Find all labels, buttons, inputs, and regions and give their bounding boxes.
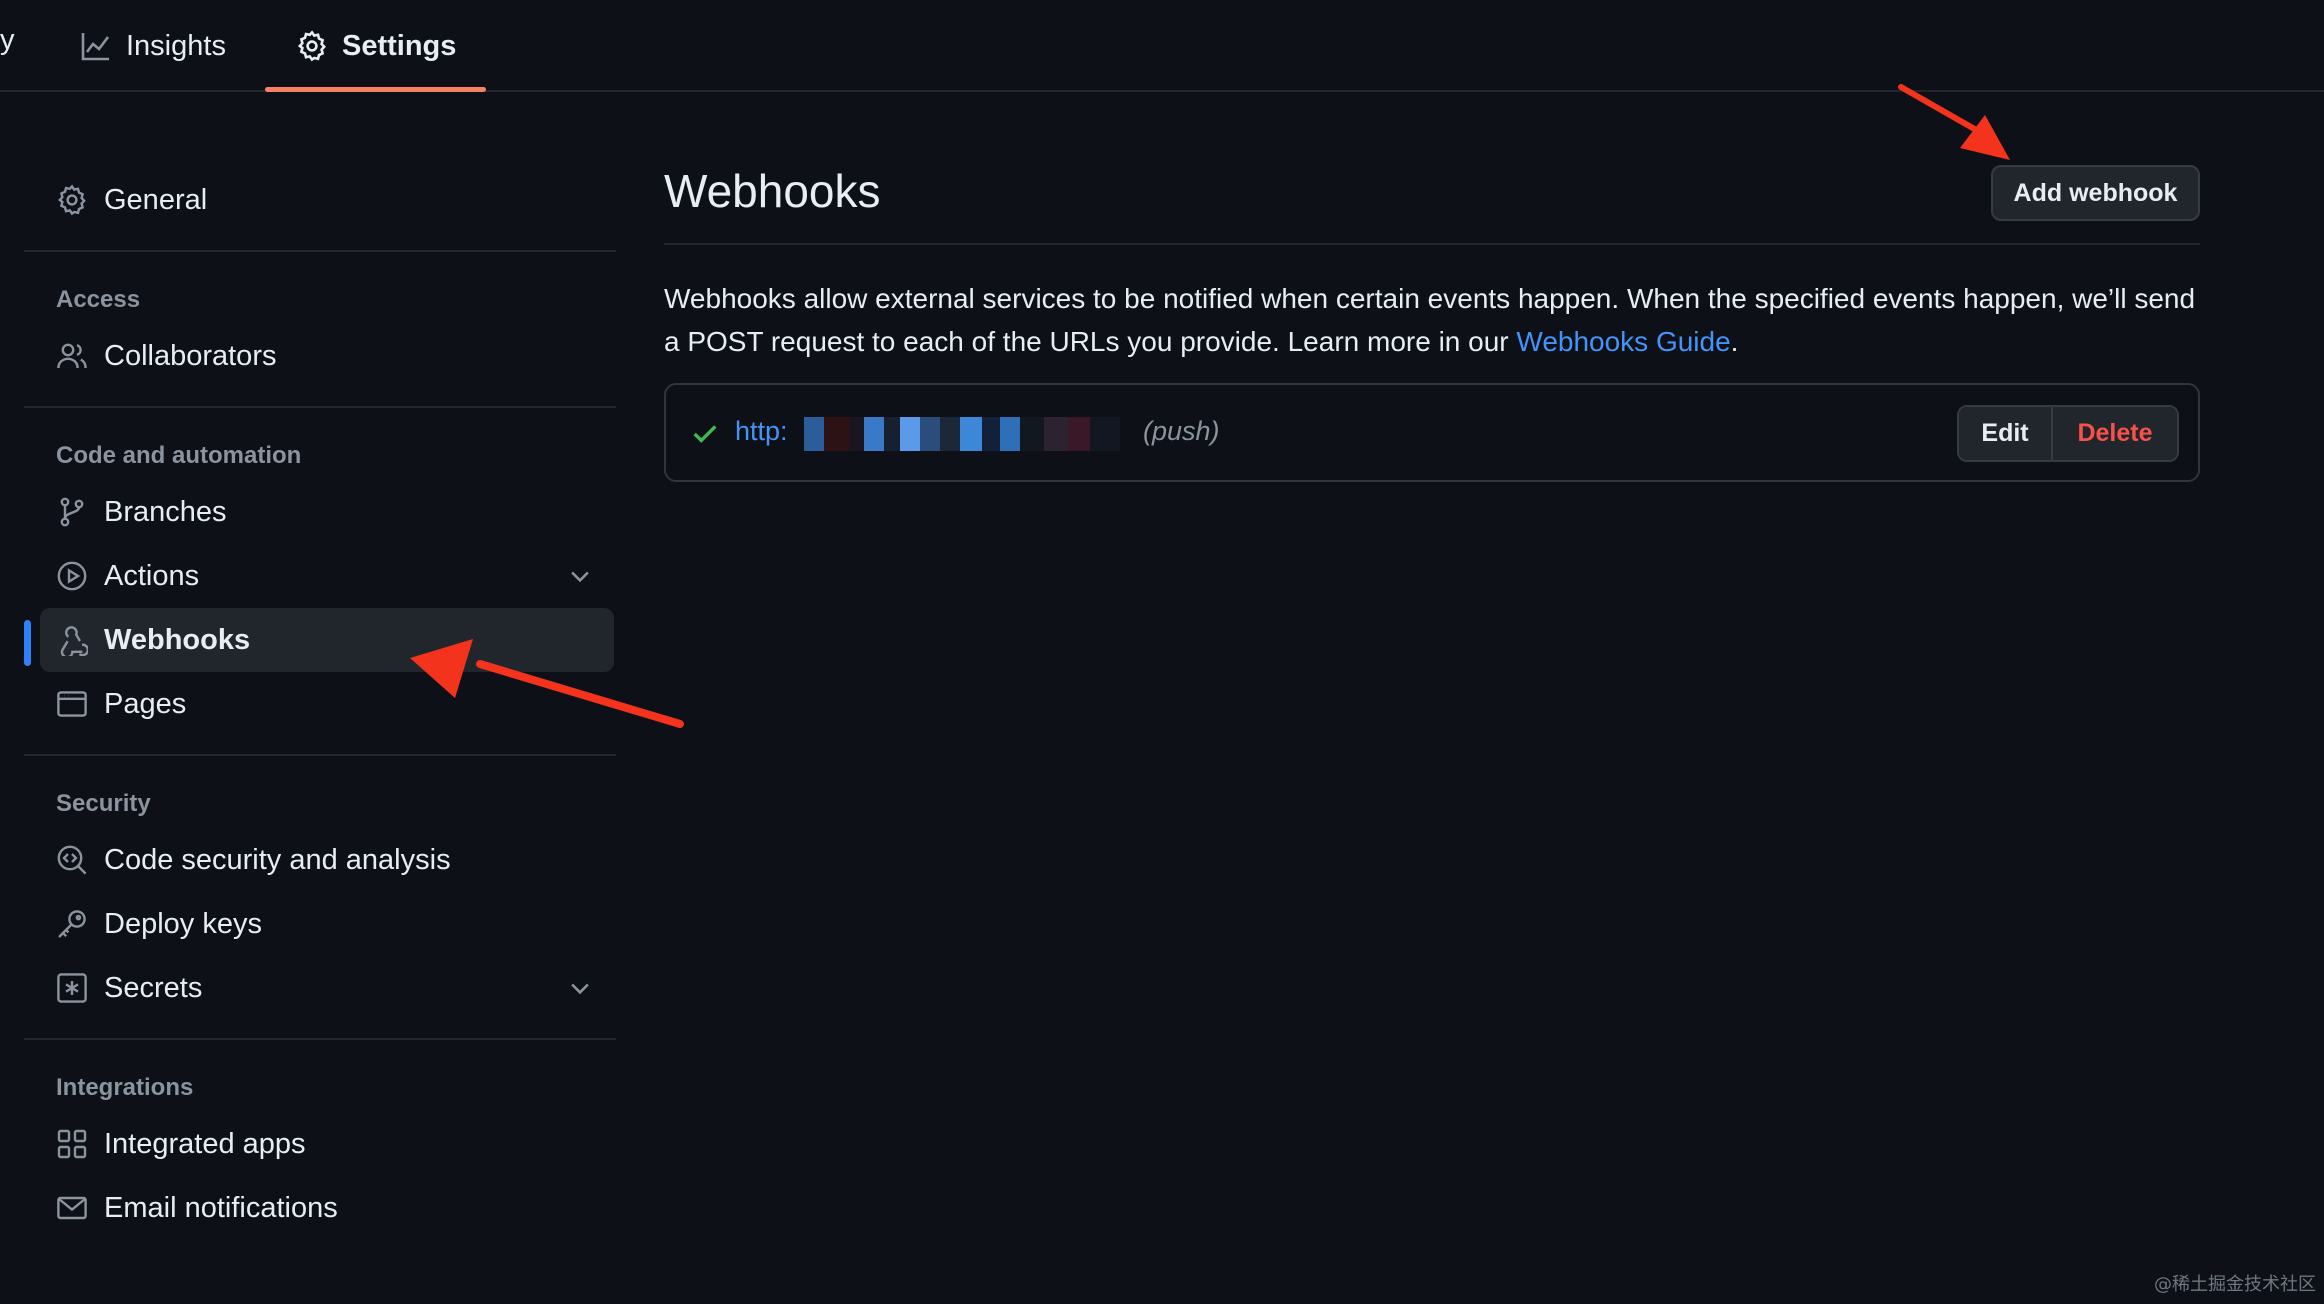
sidebar-item-code-security[interactable]: Code security and analysis [40,828,614,892]
webhooks-guide-link[interactable]: Webhooks Guide [1516,326,1730,357]
sidebar-item-pages[interactable]: Pages [40,672,614,736]
sidebar-item-integrated-apps[interactable]: Integrated apps [40,1112,614,1176]
tab-fragment: y [0,24,15,56]
sidebar-divider [24,1038,616,1040]
group-title-code-and-automation: Code and automation [56,442,302,469]
sidebar-item-label: General [104,183,208,216]
tab-label: Insights [126,29,226,62]
mail-icon [56,1192,88,1224]
branch-icon [56,496,88,528]
group-title-integrations: Integrations [56,1074,194,1101]
webhook-actions: Edit Delete [1957,405,2179,462]
chevron-down-icon[interactable] [566,562,594,590]
sidebar-item-webhooks[interactable]: Webhooks [40,608,614,672]
tab-settings[interactable]: Settings [296,0,456,92]
play-icon [56,560,88,592]
sidebar-item-label: Integrated apps [104,1127,306,1160]
sidebar-item-label: Branches [104,495,227,528]
sidebar-divider [24,754,616,756]
selected-tab-underline [265,87,486,92]
sidebar-item-label: Collaborators [104,339,277,372]
chevron-down-icon[interactable] [566,974,594,1002]
apps-icon [56,1128,88,1160]
gear-icon [297,30,326,62]
watermark: @稀土掘金技术社区 [2154,1274,2316,1295]
sidebar-item-label: Email notifications [104,1191,338,1224]
webhook-events: (push) [1143,416,1220,446]
settings-page: y Insights Settings General Access Colla… [0,0,2324,1304]
description-end: . [1730,326,1739,357]
sidebar-item-email-notifications[interactable]: Email notifications [40,1176,614,1240]
sidebar-item-secrets[interactable]: Secrets [40,956,614,1020]
description-text: Webhooks allow external services to be n… [664,283,2196,357]
sidebar-item-collaborators[interactable]: Collaborators [40,324,614,388]
people-icon [56,340,88,372]
sidebar-item-deploy-keys[interactable]: Deploy keys [40,892,614,956]
webhooks-description: Webhooks allow external services to be n… [664,277,2200,363]
check-icon [693,425,717,443]
codescan-icon [56,844,88,876]
sidebar-divider [24,250,616,252]
sidebar-item-label: Actions [104,559,200,592]
active-item-indicator [24,620,31,666]
webhook-icon [56,624,88,656]
edit-webhook-button[interactable]: Edit [1959,407,2053,460]
sidebar-item-branches[interactable]: Branches [40,480,614,544]
key-icon [56,908,88,940]
browser-icon [56,688,88,720]
sidebar-item-actions[interactable]: Actions [40,544,614,608]
sidebar-item-general[interactable]: General [40,168,614,232]
page-title: Webhooks [664,165,881,217]
sidebar-item-label: Webhooks [104,623,251,656]
tab-label: Settings [342,29,457,62]
group-title-access: Access [56,286,141,313]
graph-icon [81,33,110,61]
repo-tab-bar: y Insights Settings [0,0,2324,92]
sidebar-item-label: Pages [104,687,187,720]
asterisk-square-icon [56,972,88,1004]
tab-insights[interactable]: Insights [80,0,226,92]
title-divider [664,243,2200,245]
sidebar-item-label: Secrets [104,971,203,1004]
sidebar-item-label: Code security and analysis [104,843,451,876]
gear-icon [56,184,88,216]
group-title-security: Security [56,790,151,817]
webhook-list-item: http: (push) Edit Delete [664,383,2200,482]
arrow-to-add-webhook [1898,84,2010,160]
sidebar-divider [24,406,616,408]
delete-webhook-button[interactable]: Delete [2053,407,2177,460]
add-webhook-button[interactable]: Add webhook [1991,165,2200,221]
sidebar-item-label: Deploy keys [104,907,262,940]
webhook-url-link[interactable]: http: [735,416,788,447]
